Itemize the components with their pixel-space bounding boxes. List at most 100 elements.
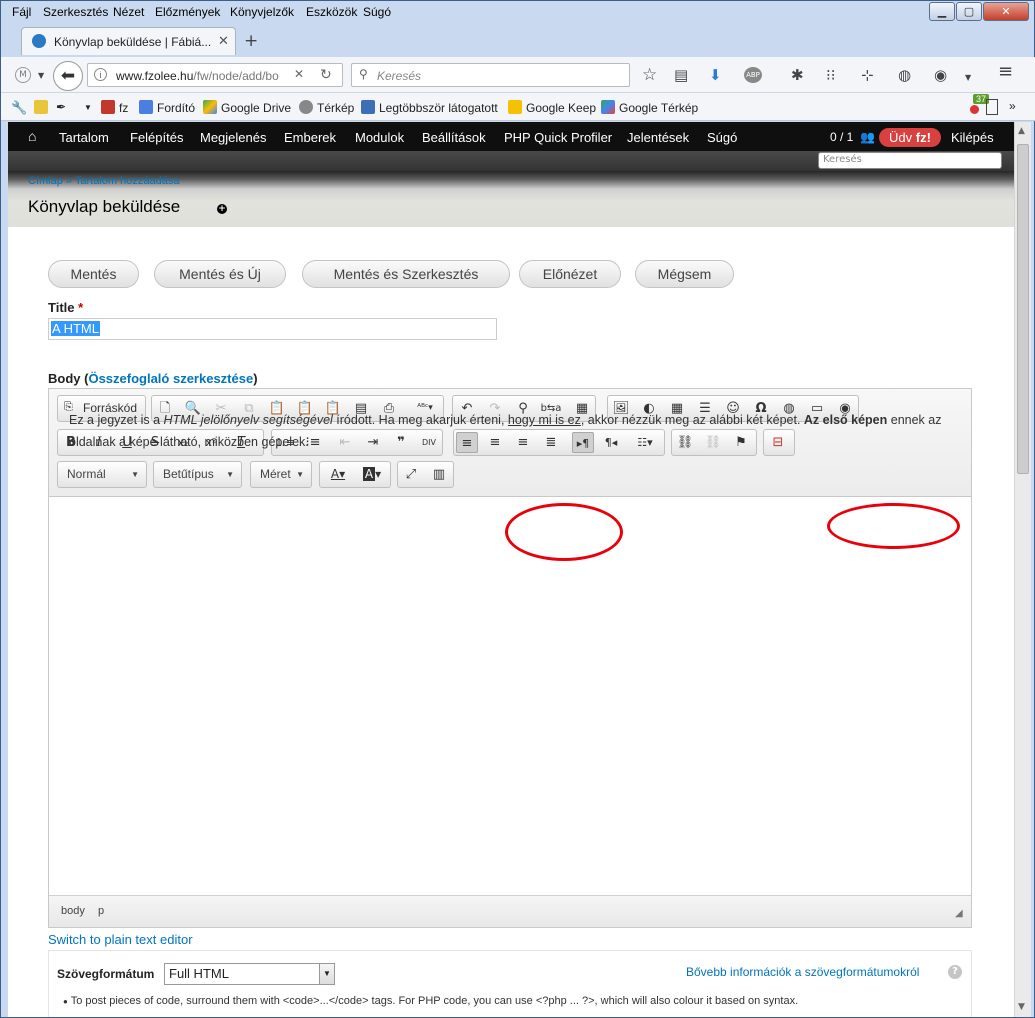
cancel-button[interactable]: Mégsem bbox=[635, 260, 734, 288]
mail-icon[interactable] bbox=[34, 100, 52, 115]
bookmarks-overflow-icon[interactable]: » bbox=[1009, 99, 1016, 113]
size-combo[interactable]: Méret ▼ bbox=[250, 461, 312, 488]
page-scrollbar[interactable]: ▲ ▼ bbox=[1014, 122, 1031, 1017]
annotation-circle bbox=[505, 503, 623, 561]
tab-strip: Könyvlap beküldése | Fábiá... ✕ + bbox=[1, 25, 1035, 57]
new-tab-icon[interactable]: + bbox=[244, 31, 258, 51]
greeting-badge[interactable]: Üdv fz! bbox=[879, 128, 941, 147]
scroll-thumb[interactable] bbox=[1017, 144, 1029, 474]
editor-content[interactable]: Ez a jegyzet is a HTML jelölőnyelv segít… bbox=[69, 409, 959, 453]
close-window-button[interactable]: ✕ bbox=[983, 2, 1029, 21]
tab-close-icon[interactable]: ✕ bbox=[218, 33, 229, 49]
admin-menu-people[interactable]: Emberek bbox=[284, 130, 336, 145]
browser-tab[interactable]: Könyvlap beküldése | Fábiá... ✕ bbox=[21, 27, 236, 55]
admin-menu-help[interactable]: Súgó bbox=[707, 130, 737, 145]
maximize-button[interactable]: ▢ bbox=[956, 2, 982, 21]
search-icon: ⚲ bbox=[359, 67, 368, 81]
background-color-icon[interactable]: A ▾ bbox=[357, 464, 387, 485]
text-format-select[interactable]: Full HTML ▼ bbox=[164, 963, 335, 985]
reload-icon[interactable]: ↻ bbox=[320, 66, 332, 83]
bookmark-star-icon[interactable]: ☆ bbox=[642, 66, 657, 84]
bookmark-google-maps[interactable]: Google Térkép bbox=[601, 100, 698, 115]
globe-icon[interactable]: ◍ bbox=[898, 66, 911, 84]
chat-icon[interactable]: ◉ bbox=[934, 66, 947, 84]
menu-help[interactable]: Súgó bbox=[363, 5, 391, 19]
profile-dropdown-icon[interactable]: ▼ bbox=[38, 67, 44, 85]
wrench-icon[interactable]: 🔧 bbox=[11, 100, 27, 116]
save-and-new-button[interactable]: Mentés és Új bbox=[154, 260, 286, 288]
menu-file[interactable]: Fájl bbox=[12, 5, 31, 19]
flag-icon bbox=[101, 100, 115, 114]
title-input[interactable]: A HTML bbox=[48, 318, 497, 340]
save-and-edit-button[interactable]: Mentés és Szerkesztés bbox=[302, 260, 510, 288]
bookmarks-bar: 🔧 ✒ ▼ fz Fordító Google Drive Térkép Leg… bbox=[1, 93, 1035, 121]
bookmark-dropdown-icon[interactable]: ▼ bbox=[84, 103, 92, 112]
path-p[interactable]: p bbox=[98, 905, 104, 917]
editor-path-bar: body p ◢ bbox=[49, 895, 971, 927]
admin-menu-appearance[interactable]: Megjelenés bbox=[200, 130, 267, 145]
overflow-dropdown-icon[interactable]: ▼ bbox=[965, 69, 971, 87]
maximize-editor-icon[interactable]: ⤢ bbox=[400, 464, 422, 485]
download-icon[interactable]: ⬇ bbox=[709, 66, 722, 84]
minimize-button[interactable]: ▁ bbox=[929, 2, 955, 21]
save-button[interactable]: Mentés bbox=[48, 260, 139, 288]
wysiwyg-editor: ⎘ Forráskód 🗋 🔍 ✂ ⧉ 📋 📋 📋 ▤ ⎙ ᴬᴮᶜ▾ ↶ ↷ ⚲… bbox=[48, 388, 972, 928]
breadcrumb-add-content[interactable]: Tartalom hozzáadása bbox=[75, 175, 180, 187]
adblock-icon[interactable]: ABP bbox=[744, 67, 762, 83]
url-clear-icon[interactable]: ✕ bbox=[294, 67, 304, 81]
info-icon[interactable]: i bbox=[94, 68, 107, 81]
minimize-icon: ▁ bbox=[937, 5, 947, 18]
notification-dot-icon bbox=[970, 105, 979, 114]
title-value: A HTML bbox=[51, 321, 100, 336]
eyedropper-icon[interactable]: ✒ bbox=[56, 100, 66, 114]
required-mark: * bbox=[78, 300, 84, 315]
show-blocks-icon[interactable]: ▥ bbox=[428, 464, 450, 485]
add-shortcut-icon[interactable]: + bbox=[217, 204, 227, 214]
chevron-down-icon: ▼ bbox=[226, 470, 234, 479]
home-icon[interactable]: ⌂ bbox=[28, 128, 36, 144]
menu-edit[interactable]: Szerkesztés bbox=[43, 5, 108, 19]
menu-history[interactable]: Előzmények bbox=[155, 5, 220, 19]
browser-search-input[interactable]: ⚲ Keresés bbox=[351, 63, 630, 87]
text-color-icon[interactable]: A▾ bbox=[323, 464, 353, 485]
keep-icon bbox=[508, 100, 522, 114]
admin-menu-profiler[interactable]: PHP Quick Profiler bbox=[504, 130, 612, 145]
bookmark-google-drive[interactable]: Google Drive bbox=[203, 100, 291, 115]
format-combo[interactable]: Normál ▼ bbox=[57, 461, 147, 488]
url-bar[interactable]: i www.fzolee.hu/fw/node/add/bo ✕ ↻ bbox=[87, 63, 343, 87]
font-combo[interactable]: Betűtípus ▼ bbox=[153, 461, 242, 488]
bookmark-translator[interactable]: Fordító bbox=[139, 100, 195, 115]
bookmark-google-keep[interactable]: Google Keep bbox=[508, 100, 596, 115]
bookmark-most-visited[interactable]: Legtöbbször látogatott bbox=[361, 100, 498, 115]
admin-menu-settings[interactable]: Beállítások bbox=[422, 130, 486, 145]
switch-plain-text-link[interactable]: Switch to plain text editor bbox=[48, 932, 193, 947]
hamburger-menu-icon[interactable]: ≡ bbox=[998, 63, 1013, 81]
admin-search-input[interactable]: Keresés bbox=[818, 152, 1002, 169]
path-body[interactable]: body bbox=[61, 905, 85, 917]
bug-icon[interactable]: ✱ bbox=[791, 66, 804, 84]
admin-menu-reports[interactable]: Jelentések bbox=[627, 130, 689, 145]
edit-summary-link[interactable]: Összefoglaló szerkesztése bbox=[88, 371, 253, 386]
menu-view[interactable]: Nézet bbox=[113, 5, 144, 19]
sitemap-icon[interactable]: ⊹ bbox=[861, 66, 874, 84]
reading-list-icon[interactable]: ▤ bbox=[674, 66, 688, 84]
footprints-icon[interactable]: ⁝⁝ bbox=[826, 66, 836, 84]
format-help-link[interactable]: Bővebb információk a szövegformátumokról bbox=[686, 965, 919, 979]
bookmark-map[interactable]: Térkép bbox=[299, 100, 354, 115]
help-icon[interactable]: ? bbox=[948, 965, 962, 979]
admin-menu-modules[interactable]: Modulok bbox=[355, 130, 404, 145]
admin-menu-content[interactable]: Tartalom bbox=[59, 130, 109, 145]
profile-icon[interactable]: M bbox=[15, 67, 31, 83]
resize-handle-icon[interactable]: ◢ bbox=[955, 908, 963, 919]
menu-tools[interactable]: Eszközök bbox=[306, 5, 357, 19]
logout-link[interactable]: Kilépés bbox=[951, 130, 994, 145]
back-button[interactable]: ⬅ bbox=[53, 61, 83, 91]
scroll-up-icon[interactable]: ▲ bbox=[1018, 126, 1025, 136]
preview-button[interactable]: Előnézet bbox=[519, 260, 621, 288]
admin-menu-structure[interactable]: Felépítés bbox=[130, 130, 183, 145]
menu-bookmarks[interactable]: Könyvjelzők bbox=[230, 5, 294, 19]
bookmark-fz[interactable]: fz bbox=[101, 100, 128, 115]
device-icon[interactable] bbox=[986, 99, 998, 115]
breadcrumb-home[interactable]: Címlap bbox=[28, 175, 63, 187]
scroll-down-icon[interactable]: ▼ bbox=[1018, 1002, 1025, 1012]
